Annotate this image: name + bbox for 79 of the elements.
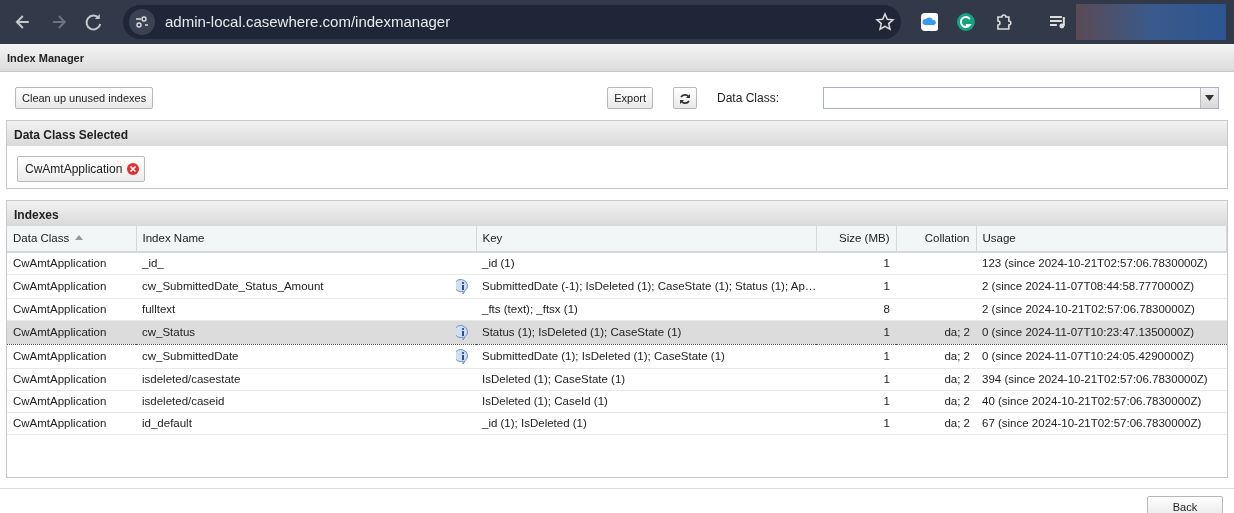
grammar-extension-icon[interactable] — [956, 12, 977, 32]
table-cell: 2 (since 2024-11-07T08:44:58.7770000Z) — [982, 279, 1195, 292]
table-row[interactable]: CwAmtApplication cw_SubmittedDate SubmittedDate (1); IsDeleted (1); CaseState (1) 1 da; 2 0 (since 2024-11-07T10:24:05.4290000Z) — [7, 344, 1227, 369]
panel-title: Data Class Selected — [7, 121, 1227, 146]
table-row[interactable]: CwAmtApplication isdeleted/caseid IsDeleted (1); CaseId (1) 1 da; 2 40 (since 2024-10-21T02:57:06.7830000Z) — [7, 390, 1227, 413]
table-row[interactable]: CwAmtApplication fulltext _fts (text); _ftsx (1) 8 2 (since 2024-10-21T02:57:06.7830000Z) — [7, 298, 1227, 321]
table-cell-text: isdeleted/casestate — [142, 371, 241, 387]
table-cell: _fts (text); _ftsx (1) — [482, 302, 578, 315]
back-button[interactable]: Back — [1147, 495, 1223, 513]
table-cell: 1 — [883, 279, 890, 292]
table-cell: CwAmtApplication — [13, 302, 107, 315]
table-cell: CwAmtApplication — [13, 394, 107, 407]
column-header[interactable]: Size (MB) — [816, 226, 896, 253]
info-icon[interactable] — [456, 348, 470, 364]
table-cell: 1 — [883, 416, 890, 429]
column-header[interactable]: Index Name — [136, 226, 476, 253]
table-cell: CwAmtApplication — [13, 279, 107, 292]
table-cell: SubmittedDate (-1); IsDeleted (1); CaseState (1); Status (1); Ap… — [482, 279, 817, 292]
info-icon[interactable] — [456, 324, 470, 340]
table-cell: CwAmtApplication — [13, 256, 107, 269]
table-cell: 0 (since 2024-11-07T10:23:47.1350000Z) — [982, 325, 1195, 338]
table-cell: 394 (since 2024-10-21T02:57:06.7830000Z) — [982, 372, 1208, 385]
puzzle-icon[interactable] — [994, 12, 1014, 32]
table-cell: 0 (since 2024-11-07T10:24:05.4290000Z) — [982, 349, 1195, 362]
export-button[interactable]: Export — [607, 87, 653, 109]
info-icon[interactable] — [456, 278, 470, 294]
table-cell: 2 (since 2024-10-21T02:57:06.7830000Z) — [982, 302, 1195, 315]
table-cell: _id (1) — [482, 256, 515, 269]
column-header[interactable]: Collation — [896, 226, 976, 253]
table-cell: Status (1); IsDeleted (1); CaseState (1) — [482, 325, 682, 338]
tag-label: CwAmtApplication — [25, 161, 123, 178]
remove-icon[interactable] — [127, 163, 140, 175]
table-row[interactable]: CwAmtApplication cw_SubmittedDate_Status_Amount SubmittedDate (-1); IsDeleted (1); CaseState (1); Status (1); Ap… 1 2 (since 2024-11-07T08:44:58.7770000Z) — [7, 274, 1227, 299]
table-row[interactable]: CwAmtApplication _id_ _id (1) 1 123 (since 2024-10-21T02:57:06.7830000Z) — [7, 252, 1227, 275]
table-cell: da; 2 — [944, 349, 970, 362]
column-header[interactable]: Key — [476, 226, 816, 253]
table-cell: CwAmtApplication — [13, 349, 107, 362]
column-header[interactable]: Data Class — [7, 226, 136, 253]
caret-icon — [1205, 95, 1214, 101]
refresh-icon — [679, 93, 691, 106]
refresh-button[interactable] — [673, 86, 697, 110]
table-cell-text: cw_Status — [142, 324, 196, 340]
table-cell-text: fulltext — [142, 301, 176, 317]
table-cell: da; 2 — [944, 325, 970, 338]
table-cell: da; 2 — [944, 394, 970, 407]
table-cell: CwAmtApplication — [13, 372, 107, 385]
table-cell: 1 — [883, 394, 890, 407]
table-cell: _id (1); IsDeleted (1) — [482, 416, 587, 429]
table-cell-text: _id_ — [142, 255, 164, 271]
table-cell-text: isdeleted/caseid — [142, 393, 225, 409]
table-cell: SubmittedDate (1); IsDeleted (1); CaseState (1) — [482, 349, 725, 362]
table-cell: 1 — [883, 256, 890, 269]
table-row[interactable]: CwAmtApplication cw_Status Status (1); IsDeleted (1); CaseState (1) 1 da; 2 0 (since 2024-11-07T10:23:47.1350000Z) — [7, 320, 1227, 345]
table-cell: 40 (since 2024-10-21T02:57:06.7830000Z) — [982, 394, 1202, 407]
site-settings-icon[interactable] — [129, 9, 155, 35]
table-cell: 1 — [883, 349, 890, 362]
table-cell: 1 — [883, 372, 890, 385]
table-cell: IsDeleted (1); CaseId (1) — [482, 394, 608, 407]
page-title: Index Manager — [0, 44, 1234, 72]
panel-title: Indexes — [7, 201, 1227, 226]
table-cell-text: cw_SubmittedDate_Status_Amount — [142, 278, 324, 294]
table-cell: da; 2 — [944, 372, 970, 385]
table-cell: IsDeleted (1); CaseState (1) — [482, 372, 626, 385]
table-row[interactable]: CwAmtApplication isdeleted/casestate IsDeleted (1); CaseState (1) 1 da; 2 394 (since 2024-10-21T02:57:06.7830000Z) — [7, 368, 1227, 391]
table-cell: 123 (since 2024-10-21T02:57:06.7830000Z) — [982, 256, 1208, 269]
table-cell-text: id_default — [142, 415, 192, 431]
table-cell: CwAmtApplication — [13, 325, 107, 338]
cloud-extension-icon[interactable] — [920, 13, 939, 31]
table-cell-text: cw_SubmittedDate — [142, 348, 239, 364]
table-cell: da; 2 — [944, 416, 970, 429]
table-cell: 1 — [883, 325, 890, 338]
table-cell: 67 (since 2024-10-21T02:57:06.7830000Z) — [982, 416, 1202, 429]
bookmark-star-icon[interactable] — [874, 12, 895, 32]
column-header[interactable]: Usage — [976, 226, 1227, 253]
table-row[interactable]: CwAmtApplication id_default _id (1); IsDeleted (1) 1 da; 2 67 (since 2024-10-21T02:57:06.7830000Z) — [7, 412, 1227, 435]
table-cell: CwAmtApplication — [13, 416, 107, 429]
table-cell: 8 — [883, 302, 890, 315]
cleanup-button[interactable]: Clean up unused indexes — [15, 87, 154, 109]
data-class-label: Data Class: — [717, 90, 781, 107]
